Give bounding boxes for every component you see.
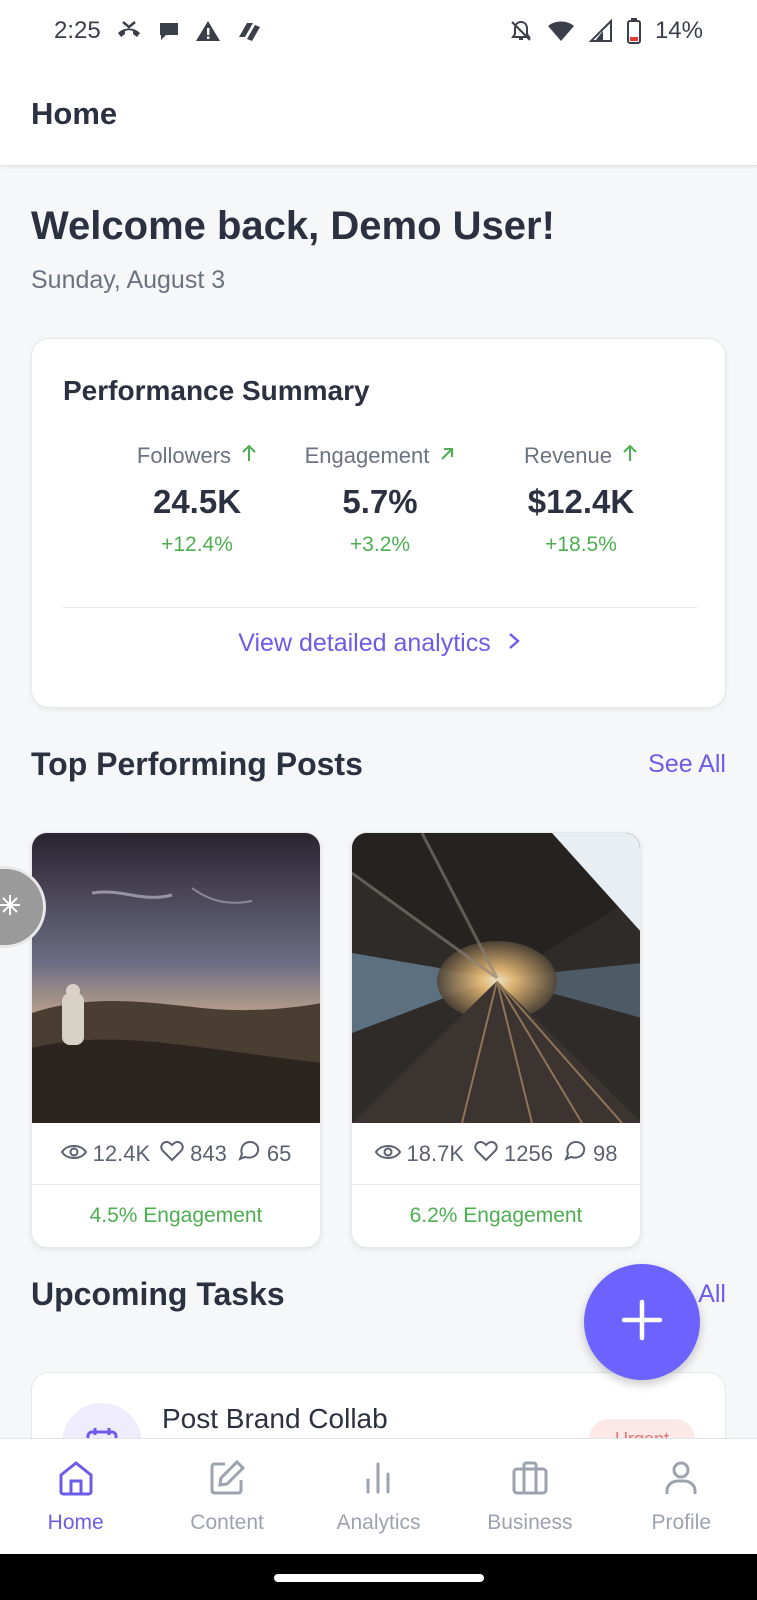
post-stats: 18.7K 1256 98 [352,1123,640,1185]
current-date: Sunday, August 3 [31,266,226,294]
heart-icon [474,1140,498,1168]
divider [63,607,697,608]
battery-icon [626,18,641,44]
missed-call-icon [115,19,143,43]
home-gesture-handle[interactable] [274,1574,484,1582]
task-icon [62,1403,142,1438]
metric-value: 24.5K [152,483,242,520]
view-analytics-link[interactable]: View detailed analytics [32,629,727,658]
post-engagement: 6.2% Engagement [409,1204,583,1227]
arrow-up-icon [622,444,638,468]
metric-label: Revenue [523,443,613,468]
warning-icon [195,19,221,43]
app-bar: Home [0,62,757,166]
task-item[interactable]: Post Brand Collab Urgent [31,1372,726,1438]
post-engagement: 4.5% Engagement [89,1204,263,1227]
comments-stat: 98 [563,1139,617,1169]
metric-value: $12.4K [527,483,635,520]
arrow-up-icon [241,444,257,468]
bottom-nav: Home Content Analytics Business Profile [0,1438,757,1554]
battery-percent: 14% [654,17,703,44]
home-icon [56,1458,96,1503]
calendar-icon [86,1428,118,1438]
performance-title: Performance Summary [63,375,370,406]
eye-icon [374,1141,401,1167]
wifi-icon [547,19,575,43]
likes-stat: 843 [160,1140,227,1168]
metric-engagement: Engagement 5.7% +3.2% [275,443,485,557]
metric-change: +18.5% [545,533,617,556]
nav-business[interactable]: Business [454,1458,605,1535]
comments-stat: 65 [237,1139,291,1169]
metric-label: Engagement [304,443,430,468]
comment-icon [237,1139,261,1169]
see-all-tasks-link[interactable]: All [698,1280,726,1309]
nav-profile[interactable]: Profile [606,1458,757,1535]
views-stat: 12.4K [60,1141,150,1167]
chat-bubble-icon [157,19,181,43]
metric-change: +3.2% [349,533,411,556]
nav-label: Content [190,1511,264,1534]
post-card[interactable]: 12.4K 843 65 4.5% Engagement [31,832,321,1248]
see-all-posts-link[interactable]: See All [648,750,726,779]
likes-stat: 1256 [474,1140,553,1168]
page-title: Home [31,95,118,131]
signal-icon [588,19,613,43]
main-content[interactable]: Welcome back, Demo User! Sunday, August … [0,166,757,1438]
arrow-up-right-icon [439,445,455,468]
bar-chart-icon [358,1458,398,1503]
gesture-bar [0,1554,757,1600]
priority-badge: Urgent [589,1419,695,1438]
metric-label: Followers [136,443,232,468]
eye-icon [60,1141,87,1167]
metric-followers: Followers 24.5K +12.4% [92,443,302,557]
metric-revenue: Revenue $12.4K +18.5% [476,443,686,557]
comment-icon [563,1139,587,1169]
metric-change: +12.4% [161,533,233,556]
user-icon [661,1458,701,1503]
status-time: 2:25 [54,17,101,44]
briefcase-icon [510,1458,550,1503]
nav-label: Home [47,1511,104,1534]
sparkle-icon [0,894,21,921]
nav-label: Analytics [336,1511,421,1534]
performance-summary-card: Performance Summary Followers 24.5K +12.… [31,338,726,708]
plus-icon [620,1298,664,1347]
view-analytics-label: View detailed analytics [238,629,491,657]
edit-icon [207,1458,247,1503]
nav-home[interactable]: Home [0,1458,151,1535]
top-posts-title: Top Performing Posts [31,746,363,782]
views-stat: 18.7K [374,1141,464,1167]
heart-icon [160,1140,184,1168]
welcome-heading: Welcome back, Demo User! [31,204,555,248]
nav-analytics[interactable]: Analytics [303,1458,454,1535]
app-logo-icon [235,19,263,43]
status-right: 14% [509,17,703,45]
bell-off-icon [509,19,533,43]
post-card[interactable]: 18.7K 1256 98 6.2% Engagement [351,832,641,1248]
nav-content[interactable]: Content [152,1458,303,1535]
upcoming-tasks-title: Upcoming Tasks [31,1276,285,1312]
metric-value: 5.7% [342,483,418,520]
post-stats: 12.4K 843 65 [32,1123,320,1185]
post-image-station [352,833,640,1123]
add-button[interactable] [584,1264,700,1380]
status-left: 2:25 [54,17,263,45]
task-title: Post Brand Collab [162,1403,388,1434]
status-bar: 2:25 14% [0,0,757,62]
nav-label: Profile [651,1511,712,1534]
post-image-mountain [32,833,320,1123]
chevron-right-icon [507,629,521,658]
nav-label: Business [487,1511,573,1534]
